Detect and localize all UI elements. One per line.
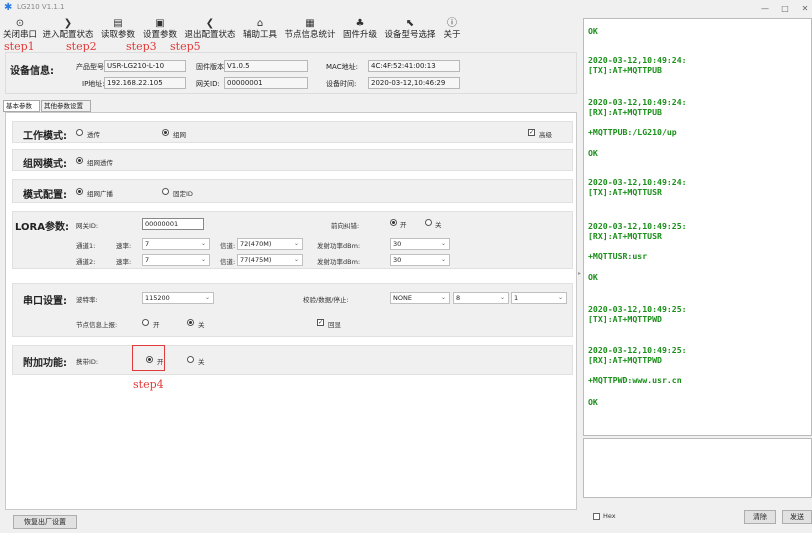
radio-network[interactable] xyxy=(162,129,169,136)
device-info-label: 设备信息: xyxy=(10,66,54,77)
factory-reset-button[interactable]: 恢复出厂设置 xyxy=(13,515,77,529)
ip-field: 192.168.22.105 xyxy=(104,77,186,89)
baud-rate-select[interactable]: 115200 ⌄ xyxy=(142,292,214,304)
data-bits-select[interactable]: 8 ⌄ xyxy=(453,292,509,304)
chevron-down-icon: ⌄ xyxy=(200,240,206,247)
params-panel: 工作模式: 透传 组网 ✓ 高级 组网模式: 组网透传 模式配置: 组网广播 固… xyxy=(5,112,577,510)
serial-section: 串口设置: 波特率: 115200 ⌄ 校验/数据/停止: NONE ⌄ 8 ⌄ 1 ⌄… xyxy=(12,283,573,337)
chevron-down-icon: ⌄ xyxy=(440,240,446,247)
work-mode-label: 工作模式: xyxy=(23,131,67,142)
echo-checkbox[interactable]: ✓ xyxy=(317,319,324,326)
save-icon: ▣ xyxy=(155,18,165,29)
stats-icon: ▦ xyxy=(305,18,315,29)
mac-field: 4C:4F:52:41:00:13 xyxy=(368,60,460,72)
highlight-box xyxy=(132,345,165,371)
mode-config-section: 模式配置: 组网广播 固定ID xyxy=(12,179,573,203)
radio-fec-on[interactable] xyxy=(390,219,397,226)
clear-button[interactable]: 清除 xyxy=(744,510,776,524)
upgrade-icon: ♣ xyxy=(355,18,365,29)
lora-section: LORA参数: 网关ID: 00000001 前向纠错: 开 关 通道1: 速率… xyxy=(12,211,573,269)
log-output[interactable]: OK 2020-03-12,10:49:24: [TX]:AT+MQTTPUB … xyxy=(583,18,812,436)
extra-section: 附加功能: 携带ID: 开 关 xyxy=(12,345,573,375)
radio-report-off[interactable] xyxy=(187,319,194,326)
ch2-power-select[interactable]: 30 ⌄ xyxy=(390,254,450,266)
port-icon: ⊙ xyxy=(15,18,25,29)
hex-checkbox[interactable] xyxy=(593,513,600,520)
radio-passthrough[interactable] xyxy=(76,129,83,136)
read-params-button[interactable]: ▤ 读取参数 xyxy=(98,18,138,42)
aux-tools-button[interactable]: ⌂ 辅助工具 xyxy=(240,18,280,42)
read-icon: ▤ xyxy=(113,18,123,29)
advanced-checkbox[interactable]: ✓ xyxy=(528,129,535,136)
device-model-button[interactable]: ⬉ 设备型号选择 xyxy=(382,18,438,42)
chevron-down-icon: ⌄ xyxy=(200,256,206,263)
exit-config-button[interactable]: ❮ 退出配置状态 xyxy=(182,18,238,42)
cursor-icon: ⬉ xyxy=(405,18,415,29)
work-mode-section: 工作模式: 透传 组网 ✓ 高级 xyxy=(12,121,573,143)
hex-label: Hex xyxy=(603,512,616,520)
chevron-down-icon: ⌄ xyxy=(557,294,563,301)
app-logo-icon: ✱ xyxy=(4,2,13,13)
tools-icon: ⌂ xyxy=(256,18,264,29)
toolbar: ⊙ 关闭串口 ❯ 进入配置状态 ▤ 读取参数 ▣ 设置参数 ❮ 退出配置状态 ⌂ 辅助工具 … xyxy=(0,18,580,42)
lora-label: LORA参数: xyxy=(15,222,69,233)
step4-annotation: step4 xyxy=(133,378,164,391)
device-time-field: 2020-03-12,10:46:29 xyxy=(368,77,460,89)
tab-basic-params[interactable]: 基本参数 xyxy=(3,100,40,112)
firmware-field: V1.0.5 xyxy=(224,60,308,72)
node-stats-button[interactable]: ▦ 节点信息统计 xyxy=(282,18,338,42)
set-params-button[interactable]: ▣ 设置参数 xyxy=(140,18,180,42)
network-mode-section: 组网模式: 组网透传 xyxy=(12,149,573,171)
app-window: ✱ LG210 V1.1.1 — □ ✕ ⊙ 关闭串口 ❯ 进入配置状态 ▤ 读取参数… xyxy=(0,0,812,533)
firmware-upgrade-button[interactable]: ♣ 固件升级 xyxy=(340,18,380,42)
info-icon: ⓘ xyxy=(447,18,457,29)
chevron-down-icon: ⌄ xyxy=(499,294,505,301)
minimize-button[interactable]: — xyxy=(758,2,772,16)
send-button[interactable]: 发送 xyxy=(782,510,812,524)
window-title: LG210 V1.1.1 xyxy=(17,3,65,11)
chevron-left-icon: ❮ xyxy=(205,18,215,29)
ch2-channel-select[interactable]: 77(475M) ⌄ xyxy=(237,254,303,266)
tab-other-params[interactable]: 其他参数设置 xyxy=(41,100,91,112)
maximize-button[interactable]: □ xyxy=(778,2,792,16)
title-bar: ✱ LG210 V1.1.1 — □ ✕ xyxy=(0,0,812,18)
radio-fec-off[interactable] xyxy=(425,219,432,226)
parity-select[interactable]: NONE ⌄ xyxy=(390,292,450,304)
close-port-button[interactable]: ⊙ 关闭串口 xyxy=(2,18,38,42)
network-mode-label: 组网模式: xyxy=(23,159,67,170)
about-button[interactable]: ⓘ 关于 xyxy=(440,18,464,42)
serial-label: 串口设置: xyxy=(23,296,67,307)
lora-gateway-id-input[interactable]: 00000001 xyxy=(142,218,204,230)
gateway-id-field: 00000001 xyxy=(224,77,308,89)
chevron-down-icon: ⌄ xyxy=(440,256,446,263)
radio-fixed-id[interactable] xyxy=(162,188,169,195)
extra-label: 附加功能: xyxy=(23,358,67,369)
stop-bits-select[interactable]: 1 ⌄ xyxy=(511,292,567,304)
model-field: USR-LG210-L-10 xyxy=(104,60,186,72)
splitter-arrow-icon[interactable]: ▸ xyxy=(578,270,581,277)
chevron-down-icon: ⌄ xyxy=(440,294,446,301)
radio-report-on[interactable] xyxy=(142,319,149,326)
chevron-down-icon: ⌄ xyxy=(204,294,210,301)
ch1-rate-select[interactable]: 7 ⌄ xyxy=(142,238,210,250)
close-button[interactable]: ✕ xyxy=(798,2,812,16)
send-input[interactable] xyxy=(583,438,812,498)
mode-config-label: 模式配置: xyxy=(23,190,67,201)
chevron-right-icon: ❯ xyxy=(63,18,73,29)
radio-network-passthrough[interactable] xyxy=(76,157,83,164)
chevron-down-icon: ⌄ xyxy=(293,256,299,263)
chevron-down-icon: ⌄ xyxy=(293,240,299,247)
ch1-power-select[interactable]: 30 ⌄ xyxy=(390,238,450,250)
ch2-rate-select[interactable]: 7 ⌄ xyxy=(142,254,210,266)
enter-config-button[interactable]: ❯ 进入配置状态 xyxy=(40,18,96,42)
device-info-group: 设备信息: 产品型号: USR-LG210-L-10 固件版本: V1.0.5 … xyxy=(5,52,577,94)
radio-carry-id-off[interactable] xyxy=(187,356,194,363)
ch1-channel-select[interactable]: 72(470M) ⌄ xyxy=(237,238,303,250)
radio-broadcast[interactable] xyxy=(76,188,83,195)
